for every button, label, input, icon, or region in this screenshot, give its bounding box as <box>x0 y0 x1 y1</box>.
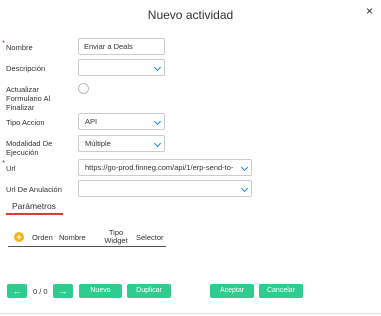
add-icon[interactable]: + <box>14 232 24 242</box>
chevron-down-icon <box>153 139 162 148</box>
actualizar-label-line-3: Finalizar <box>6 103 35 112</box>
tipo-accion-value: API <box>85 117 98 126</box>
column-nombre[interactable]: Nombre <box>59 234 86 242</box>
url-value: https://go-prod.finneg.com/api/1/erp-sen… <box>85 163 234 172</box>
column-selector[interactable]: Selector <box>136 234 164 242</box>
actualizar-label: Actualizar Formulario Al Finalizar <box>6 85 50 112</box>
tab-active-indicator <box>6 213 63 215</box>
tipo-accion-select[interactable]: API <box>78 113 165 130</box>
nombre-label: Nombre <box>6 43 33 52</box>
cancelar-button[interactable]: Cancelar <box>259 284 303 298</box>
actualizar-toggle[interactable] <box>78 83 89 94</box>
duplicar-button[interactable]: Duplicar <box>127 284 171 298</box>
chevron-down-icon <box>240 184 249 193</box>
url-anulacion-select[interactable] <box>78 180 252 197</box>
actualizar-label-line-2: Formulario Al <box>6 94 51 103</box>
actualizar-label-line-1: Actualizar <box>6 85 39 94</box>
pager-count: 0 / 0 <box>33 287 48 296</box>
grid-header-divider <box>8 246 166 247</box>
next-page-button[interactable]: → <box>53 284 73 298</box>
url-anulacion-label: Url De Anulación <box>6 185 62 194</box>
required-mark-nombre: * <box>2 39 6 48</box>
modalidad-select[interactable]: Múltiple <box>78 135 165 152</box>
modalidad-label-line-1: Modalidad De <box>6 139 53 148</box>
chevron-down-icon <box>240 163 249 172</box>
chevron-down-icon <box>153 117 162 126</box>
tab-parametros[interactable]: Parámetros <box>12 201 56 211</box>
url-label: Url <box>6 164 16 173</box>
prev-page-button[interactable]: ← <box>7 284 27 298</box>
dialog-bottom-border <box>0 313 381 314</box>
required-mark-url: * <box>2 159 6 168</box>
url-select[interactable]: https://go-prod.finneg.com/api/1/erp-sen… <box>78 159 252 176</box>
modalidad-label-line-2: Ejecución <box>6 148 39 157</box>
modalidad-value: Múltiple <box>85 139 111 148</box>
nuevo-button[interactable]: Nuevo <box>79 284 122 298</box>
nombre-input[interactable]: Enviar a Deals <box>78 38 165 55</box>
modalidad-label: Modalidad De Ejecución <box>6 139 52 157</box>
column-orden[interactable]: Orden <box>32 234 53 242</box>
column-tipo-widget-line-2: Widget <box>104 236 128 245</box>
column-tipo-widget[interactable]: Tipo Widget <box>101 229 131 245</box>
descripcion-select[interactable] <box>78 59 165 76</box>
aceptar-button[interactable]: Aceptar <box>210 284 254 298</box>
close-icon[interactable]: × <box>366 4 373 18</box>
tipo-accion-label: Tipo Accion <box>6 118 45 127</box>
dialog-title: Nuevo actividad <box>147 8 234 22</box>
chevron-down-icon <box>153 63 162 72</box>
descripcion-label: Descripción <box>6 64 46 73</box>
